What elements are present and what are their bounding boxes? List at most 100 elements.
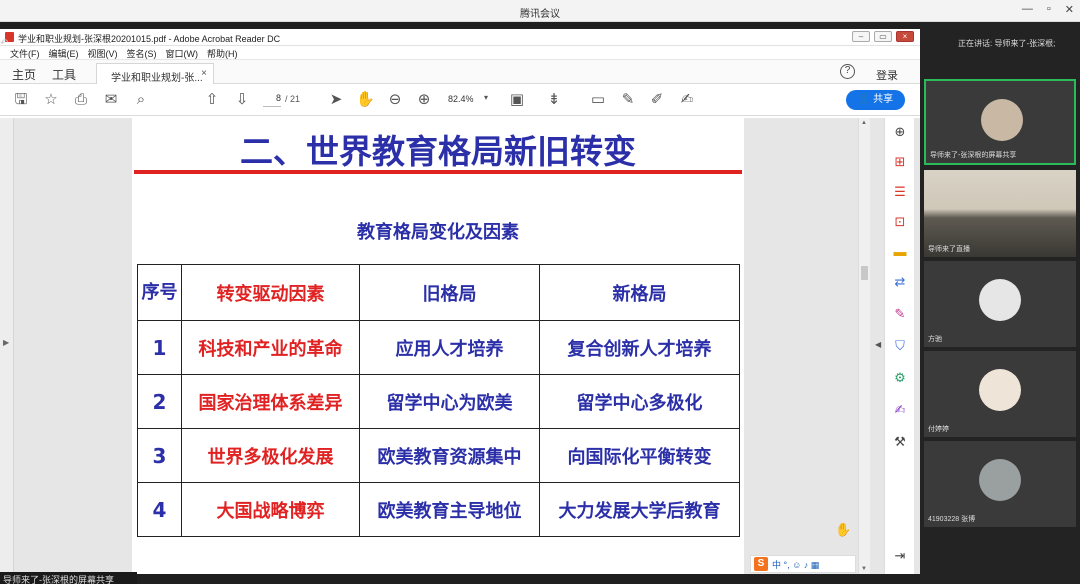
protect-icon[interactable]: ⛉: [892, 338, 908, 354]
sign-tool-icon[interactable]: ✍: [892, 402, 908, 418]
participant-tile[interactable]: 41903228 张博: [924, 441, 1076, 527]
menu-edit[interactable]: 编辑(E): [49, 47, 79, 59]
table-cell: 留学中心多极化: [539, 374, 740, 429]
table-header-row: 序号 转变驱动因素 旧格局 新格局: [137, 264, 740, 321]
participant-tile-active[interactable]: 导师来了-张深根的屏幕共享: [924, 79, 1076, 165]
ime-toolbar[interactable]: S 中 °, ☺ ♪ ▦: [750, 555, 856, 573]
back-icon[interactable]: ↶: [0, 38, 8, 49]
avatar: [979, 279, 1021, 321]
menu-help[interactable]: 帮助(H): [207, 47, 238, 59]
collapse-tools-icon[interactable]: ⇥: [892, 548, 908, 564]
tab-document[interactable]: 学业和职业规划-张... ×: [96, 63, 214, 84]
scroll-down-icon[interactable]: ▼: [861, 566, 867, 572]
help-icon[interactable]: ?: [840, 64, 855, 79]
table-cell: 国家治理体系差异: [181, 374, 360, 429]
close-icon[interactable]: ✕: [1065, 3, 1074, 16]
login-link[interactable]: 登录: [876, 67, 898, 83]
optimize-icon[interactable]: ⚙: [892, 370, 908, 386]
table-row: 2 国家治理体系差异 留学中心为欧美 留学中心多极化: [137, 374, 740, 429]
table-cell: 欧美教育资源集中: [359, 428, 540, 483]
edit-pdf-icon[interactable]: ⊡: [892, 214, 908, 230]
table-cell: 应用人才培养: [359, 320, 540, 375]
create-pdf-icon[interactable]: ⊞: [892, 154, 908, 170]
table-cell: 大力发展大学后教育: [539, 482, 740, 537]
collapse-panel-icon[interactable]: ◀: [875, 340, 881, 349]
print-icon[interactable]: ⎙: [72, 91, 90, 109]
table-cell: 科技和产业的革命: [181, 320, 360, 375]
table-row: 1 科技和产业的革命 应用人才培养 复合创新人才培养: [137, 320, 740, 375]
avatar: [979, 369, 1021, 411]
comment-icon[interactable]: ▭: [589, 91, 607, 109]
select-cursor-icon[interactable]: ➤: [327, 91, 345, 109]
avatar: [981, 99, 1023, 141]
hand-tool-icon[interactable]: ✋: [356, 91, 375, 109]
page-number-input[interactable]: 8: [263, 93, 281, 107]
highlight-pen-icon[interactable]: ✎: [619, 91, 637, 109]
participant-label: 41903228 张博: [928, 516, 976, 523]
table-cell: 3: [137, 428, 182, 483]
scroll-up-icon[interactable]: ▲: [861, 120, 867, 126]
table-cell: 复合创新人才培养: [539, 320, 740, 375]
acrobat-window: 学业和职业规划-张深根20201015.pdf - Adobe Acrobat …: [0, 29, 920, 574]
more-tools-icon[interactable]: ⚒: [892, 434, 908, 450]
zoom-in-icon[interactable]: ⊕: [415, 91, 433, 109]
tools-panel: ⊕ ⊞ ☰ ⊡ ▬ ⇄ ✎ ⛉ ⚙ ✍ ⚒ ⇥: [884, 118, 914, 574]
table-row: 4 大国战略博弈 欧美教育主导地位 大力发展大学后教育: [137, 482, 740, 537]
vertical-scrollbar[interactable]: ▲ ▼: [858, 118, 870, 574]
next-page-icon[interactable]: ⇩: [233, 91, 251, 109]
draw-icon[interactable]: ✐: [648, 91, 666, 109]
zoom-tool-icon[interactable]: ⊕: [892, 124, 908, 140]
share-button[interactable]: 👤 共享: [846, 90, 905, 110]
participant-label: 导师来了直播: [928, 246, 970, 253]
zoom-out-icon[interactable]: ⊖: [386, 91, 404, 109]
save-icon[interactable]: 🖫: [12, 91, 30, 109]
zoom-level[interactable]: 82.4%: [448, 94, 474, 104]
share-status-text: 导师来了-张深根的屏幕共享: [3, 575, 114, 584]
education-table: 序号 转变驱动因素 旧格局 新格局 1 科技和产业的革命 应用人才培养 复合创新…: [137, 264, 740, 537]
table-cell: 1: [137, 320, 182, 375]
table-cell: 2: [137, 374, 182, 429]
bookmark-star-icon[interactable]: ☆: [42, 91, 60, 109]
scroll-mode-icon[interactable]: ⇟: [545, 91, 563, 109]
acrobat-close-icon[interactable]: ×: [896, 31, 914, 42]
menu-view[interactable]: 视图(V): [88, 47, 118, 59]
acrobat-minimize-icon[interactable]: –: [852, 31, 870, 42]
participant-tile-video[interactable]: 导师来了直播: [924, 170, 1076, 257]
tab-close-icon[interactable]: ×: [201, 68, 207, 79]
document-viewer: ▶ 二、世界教育格局新旧转变 教育格局变化及因素 序号 转变驱动因素 旧格局 新…: [0, 118, 920, 574]
tab-home[interactable]: 主页: [12, 66, 36, 83]
table-cell: 世界多极化发展: [181, 428, 360, 483]
export-pdf-icon[interactable]: ⇄: [892, 274, 908, 290]
participant-tile[interactable]: 付婷婷: [924, 351, 1076, 437]
acrobat-maximize-icon[interactable]: ▭: [874, 31, 892, 42]
zoom-dropdown-icon[interactable]: ▾: [484, 93, 488, 102]
acrobat-titlebar: 学业和职业规划-张深根20201015.pdf - Adobe Acrobat …: [0, 29, 920, 46]
avatar: [979, 459, 1021, 501]
scroll-thumb[interactable]: [861, 266, 868, 280]
comment-tool-icon[interactable]: ▬: [892, 244, 908, 260]
page-fit-icon[interactable]: ▣: [508, 91, 526, 109]
pdf-page: 二、世界教育格局新旧转变 教育格局变化及因素 序号 转变驱动因素 旧格局 新格局…: [132, 118, 744, 574]
menu-sign[interactable]: 签名(S): [127, 47, 157, 59]
tab-tools[interactable]: 工具: [52, 66, 76, 83]
hand-cursor-icon: ✋: [835, 522, 852, 537]
fill-sign-icon[interactable]: ✍: [678, 91, 696, 109]
menu-window[interactable]: 窗口(W): [166, 47, 199, 59]
meeting-title: 腾讯会议: [520, 9, 560, 20]
page-total: / 21: [285, 94, 301, 104]
header-cell-new: 新格局: [539, 264, 740, 321]
email-icon[interactable]: ✉: [102, 91, 120, 109]
prev-page-icon[interactable]: ⇧: [203, 91, 221, 109]
menu-file[interactable]: 文件(F): [10, 47, 40, 59]
left-panel-toggle[interactable]: ▶: [0, 118, 14, 574]
restore-icon[interactable]: ▫: [1047, 3, 1051, 16]
acrobat-title: 学业和职业规划-张深根20201015.pdf - Adobe Acrobat …: [18, 34, 281, 44]
participant-tile[interactable]: 方驰: [924, 261, 1076, 347]
combine-files-icon[interactable]: ☰: [892, 184, 908, 200]
title-divider: [134, 170, 742, 174]
minimize-icon[interactable]: —: [1022, 3, 1033, 16]
table-cell: 4: [137, 482, 182, 537]
fill-sign-tool-icon[interactable]: ✎: [892, 306, 908, 322]
table-cell: 向国际化平衡转变: [539, 428, 740, 483]
search-icon[interactable]: ⌕: [132, 91, 150, 109]
